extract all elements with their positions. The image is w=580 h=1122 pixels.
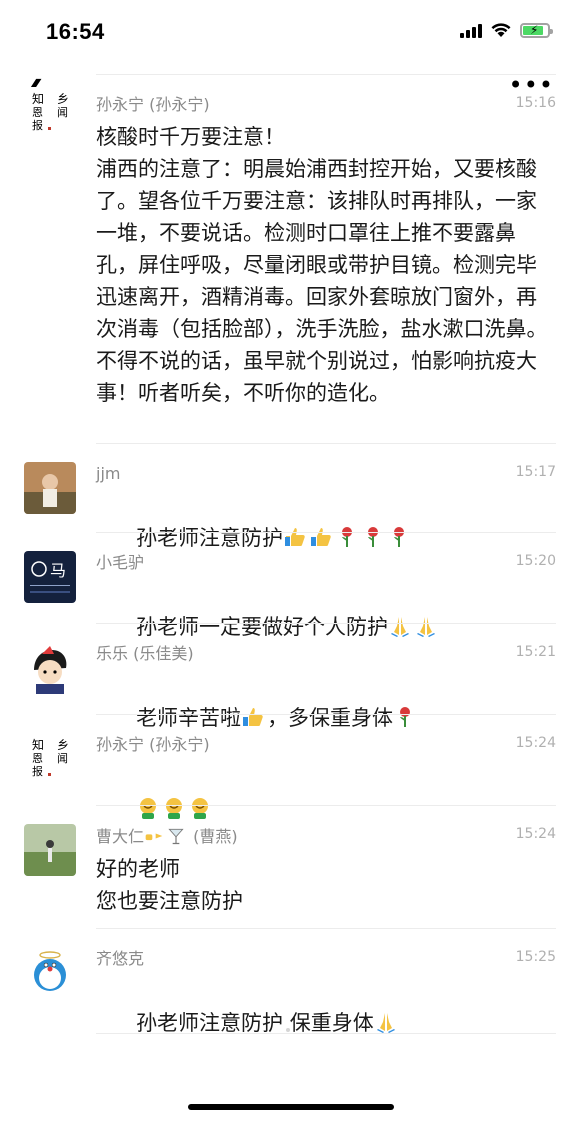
svg-text:乡: 乡 <box>57 738 69 752</box>
sender-name-part: (曹燕) <box>188 827 238 846</box>
message-item: jjm 15:17 孙老师注意防护 <box>24 443 556 550</box>
message-time: 15:25 <box>515 949 556 965</box>
avatar-label: 马 <box>50 561 66 580</box>
message-time: 15:24 <box>515 826 556 842</box>
wifi-icon <box>491 23 511 37</box>
svg-text:恩: 恩 <box>32 752 43 765</box>
message-time: 15:17 <box>515 464 556 480</box>
avatar[interactable] <box>24 642 76 694</box>
sender-name: 小毛驴 <box>96 553 145 572</box>
avatar[interactable] <box>24 947 76 999</box>
footer-dot <box>286 1028 290 1032</box>
avatar[interactable] <box>24 462 76 514</box>
message-item: 乐乐 (乐佳美) 15:21 老师辛苦啦 ，多保重身体 <box>24 623 556 730</box>
svg-text:报: 报 <box>32 764 43 778</box>
message-item: 知 恩 报 乡 闻 孙永宁 (孙永宁) 15:16 核酸时千万要注意！ 浦西的注… <box>24 74 556 443</box>
pointing-hand-icon <box>145 833 163 841</box>
status-bar: 16:54 ⚡ <box>0 0 580 64</box>
sender-name: jjm <box>96 464 121 483</box>
message-text: 核酸时千万要注意！ 浦西的注意了：明晨始浦西封控开始，又要核酸了。望各位千万要注… <box>96 125 548 405</box>
home-indicator[interactable] <box>188 1104 394 1110</box>
svg-text:闻: 闻 <box>57 751 68 765</box>
cocktail-icon <box>168 828 184 845</box>
svg-text:闻: 闻 <box>57 105 68 119</box>
sender-name-part: 曹大仁 <box>96 827 145 846</box>
avatar[interactable] <box>24 824 76 876</box>
svg-text:报: 报 <box>32 118 43 132</box>
avatar[interactable]: 知 恩 报 乡 闻 <box>24 733 76 785</box>
message-time: 15:16 <box>515 95 556 111</box>
status-time: 16:54 <box>46 19 105 44</box>
svg-text:知: 知 <box>32 738 44 752</box>
svg-text:恩: 恩 <box>32 106 43 119</box>
sender-name: 曹大仁 (曹燕) <box>96 826 556 847</box>
battery-icon: ⚡ <box>520 22 553 38</box>
message-time: 15:24 <box>515 735 556 751</box>
message-item: 知 恩 报 乡 闻 孙永宁 (孙永宁) 15:24 <box>24 714 556 819</box>
avatar[interactable]: 知 恩 报 乡 闻 <box>24 87 76 139</box>
message-feed: 知 恩 报 乡 闻 孙永宁 (孙永宁) 15:16 核酸时千万要注意！ 浦西的注… <box>0 74 580 1035</box>
sender-name: 孙永宁 (孙永宁) <box>96 95 210 114</box>
sender-name: 乐乐 (乐佳美) <box>96 644 194 663</box>
sender-name: 齐悠克 <box>96 949 145 968</box>
svg-text:乡: 乡 <box>57 92 69 106</box>
pray-icon <box>376 1013 395 1033</box>
signal-icon <box>460 23 482 38</box>
message-time: 15:20 <box>515 553 556 569</box>
message-item: 齐悠克 15:25 孙老师注意防护 保重身体 <box>24 928 556 1035</box>
message-text-content: 孙老师注意防护 保重身体 <box>136 1011 374 1035</box>
message-item: 曹大仁 (曹燕) 15:24 好的老师 您也要注意防护 <box>24 805 556 928</box>
status-icons: ⚡ <box>460 22 553 38</box>
sender-name: 孙永宁 (孙永宁) <box>96 735 210 754</box>
message-text: 孙老师注意防护 保重身体 <box>96 975 556 1071</box>
svg-text:知: 知 <box>32 92 44 106</box>
message-time: 15:21 <box>515 644 556 660</box>
message-item: 马 小毛驴 15:20 孙老师一定要做好个人防护 <box>24 532 556 639</box>
avatar[interactable]: 马 <box>24 551 76 603</box>
message-text: 好的老师 您也要注意防护 <box>96 857 243 913</box>
